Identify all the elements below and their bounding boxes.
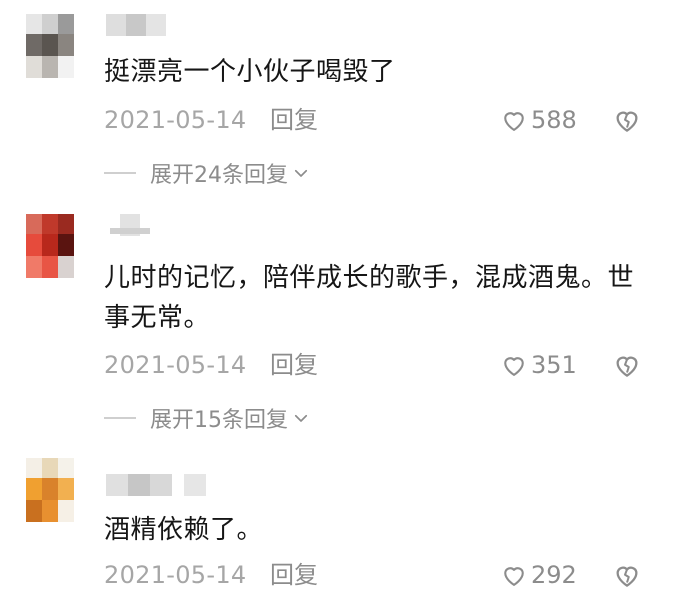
reply-button[interactable]: 回复 [270,558,318,592]
heart-outline-icon [504,567,524,586]
like-button[interactable]: 351 [500,348,577,382]
comment-meta: 2021-05-14 回复 292 [104,558,664,592]
comment-date: 2021-05-14 [104,106,247,134]
avatar[interactable] [26,14,74,78]
broken-heart-icon[interactable] [612,560,642,590]
like-count: 351 [531,351,577,379]
comment-meta: 2021-05-14 回复 588 [104,103,664,137]
divider-line [104,172,136,174]
heart-outline-icon [504,112,524,131]
reply-button[interactable]: 回复 [270,103,318,137]
comment-text: 挺漂亮一个小伙子喝毁了 [104,57,396,87]
heart-outline-icon [504,357,524,376]
expand-replies[interactable]: 展开24条回复 [104,158,310,188]
comment-meta: 2021-05-14 回复 351 [104,348,664,382]
reply-button[interactable]: 回复 [270,348,318,382]
comment-text: 儿时的记忆，陪伴成长的歌手，混成酒鬼。世事无常。 [104,263,635,333]
avatar[interactable] [26,458,74,522]
expand-replies[interactable]: 展开15条回复 [104,403,310,433]
divider-line [104,417,136,419]
broken-heart-icon[interactable] [612,350,642,380]
like-button[interactable]: 292 [500,558,577,592]
comment-text: 酒精依赖了。 [104,515,264,545]
expand-label: 展开24条回复 [150,163,288,188]
chevron-down-icon [294,169,308,177]
like-count: 292 [531,561,577,589]
like-button[interactable]: 588 [500,103,577,137]
avatar[interactable] [26,214,74,278]
comment-date: 2021-05-14 [104,561,247,589]
broken-heart-icon[interactable] [612,105,642,135]
like-count: 588 [531,106,577,134]
comment-date: 2021-05-14 [104,351,247,379]
chevron-down-icon [294,414,308,422]
expand-label: 展开15条回复 [150,408,288,433]
